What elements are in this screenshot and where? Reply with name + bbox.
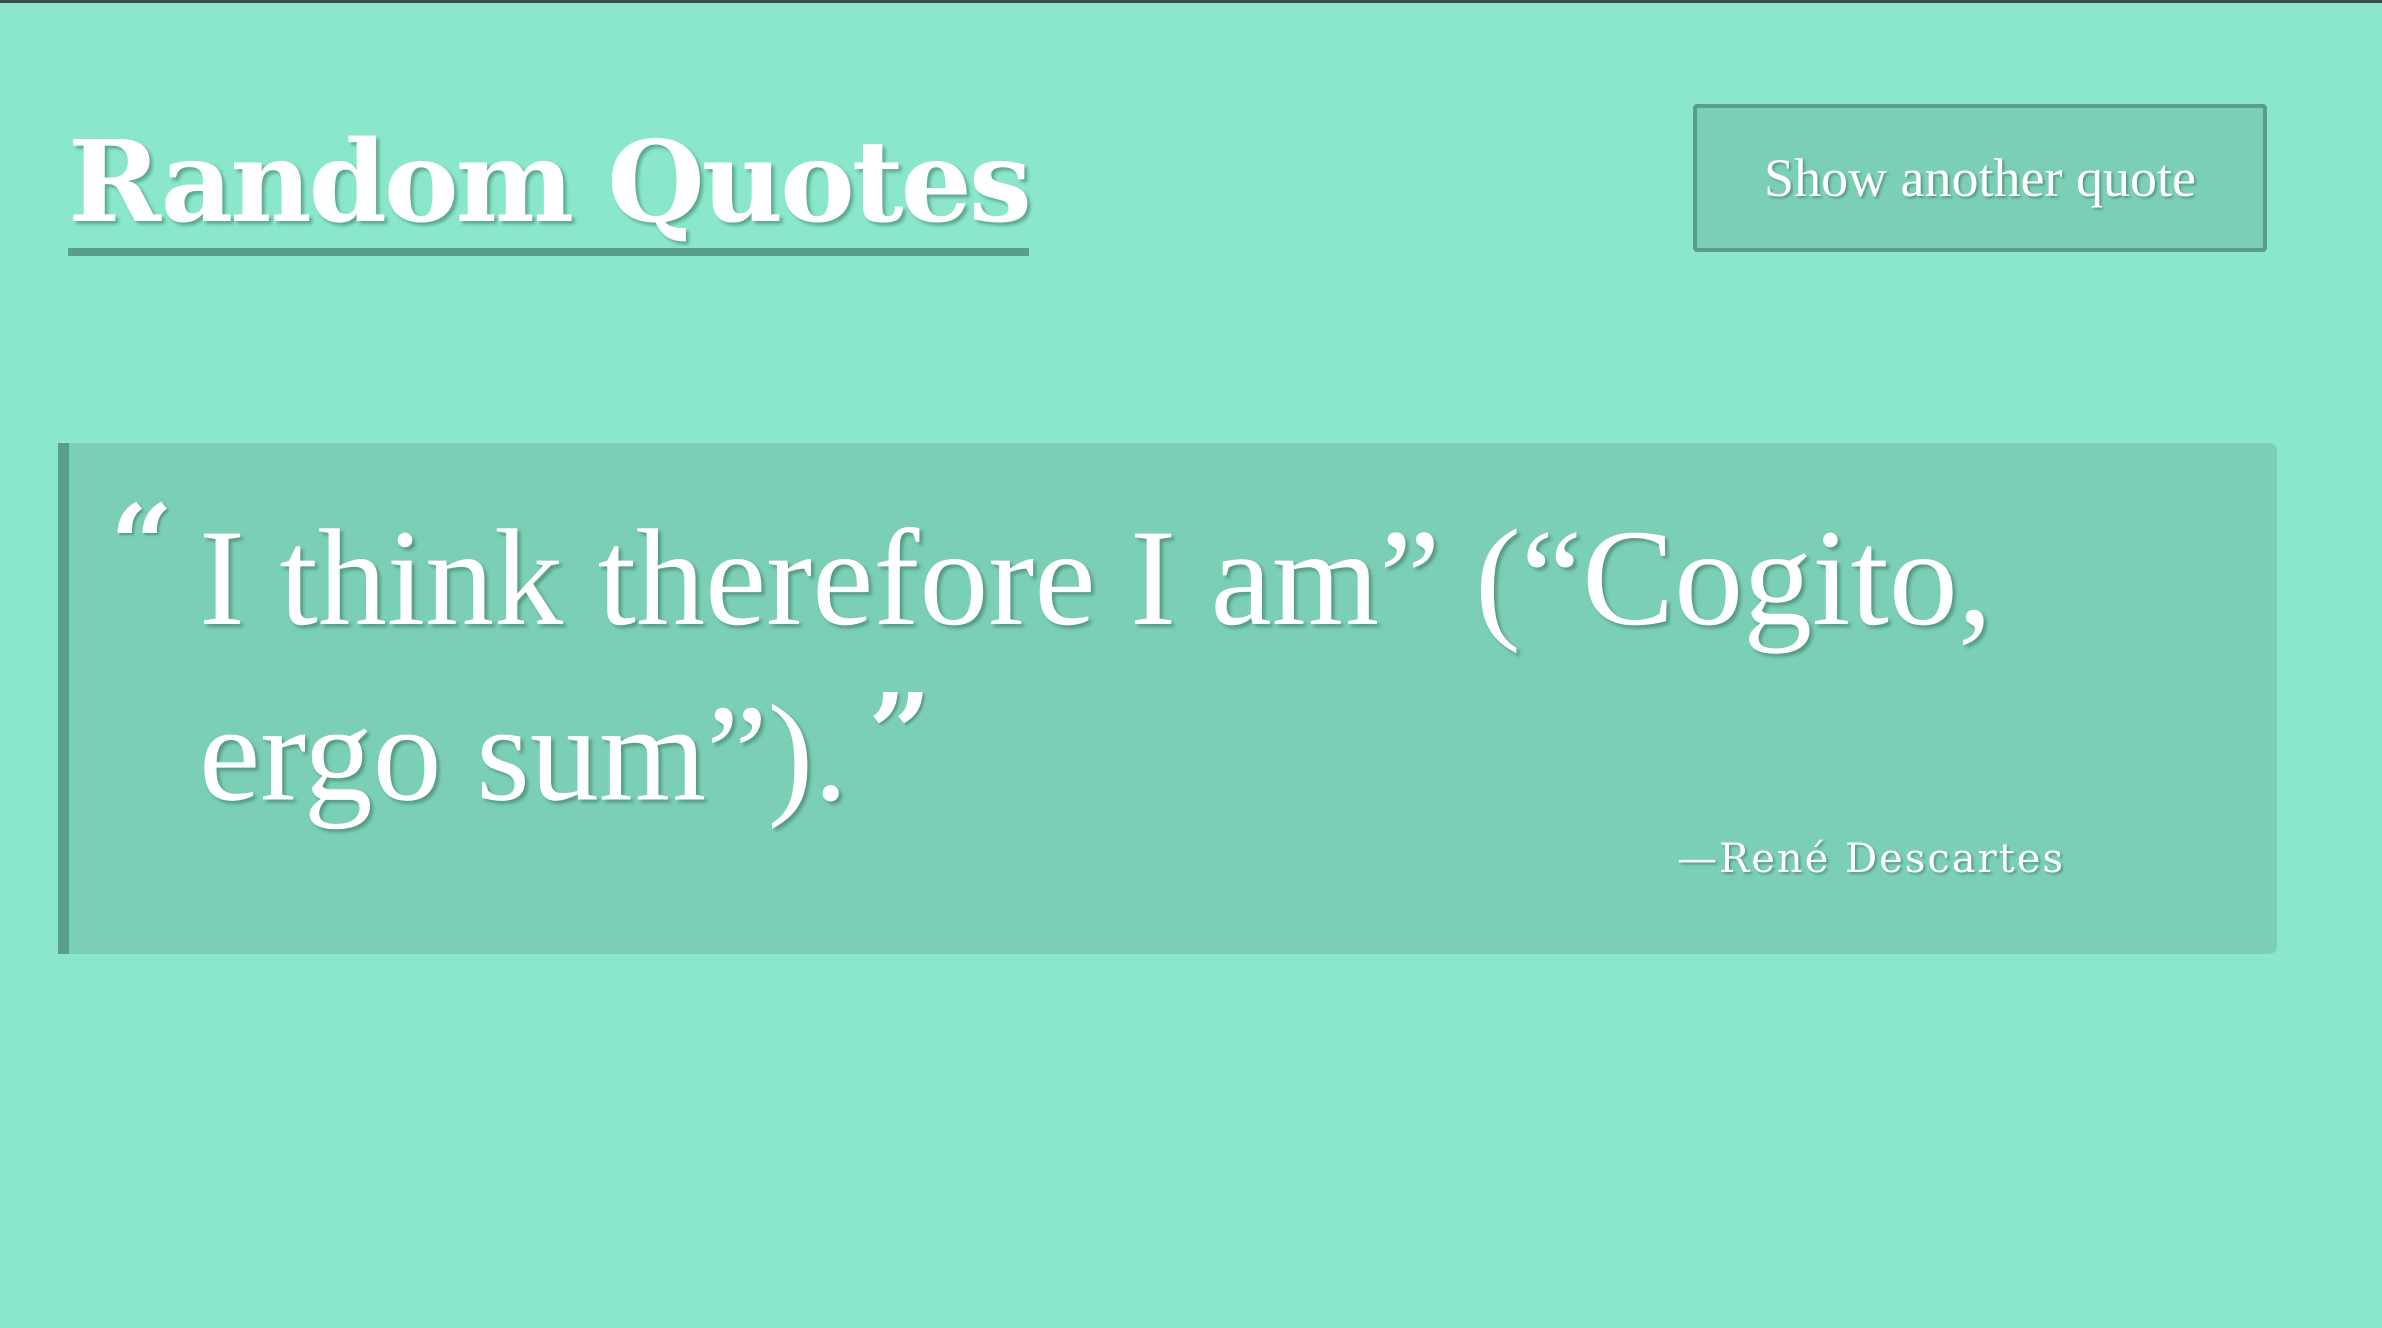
- open-quote-icon: “: [110, 480, 174, 609]
- quote-text: I think therefore I am” (“Cogito, ergo s…: [199, 501, 1993, 830]
- page-title: Random Quotes: [68, 118, 1032, 256]
- quote-author: —René Descartes: [1677, 836, 2065, 882]
- top-border: [0, 0, 2382, 3]
- quote-block: I think therefore I am” (“Cogito, ergo s…: [199, 500, 2179, 832]
- show-another-quote-button[interactable]: Show another quote: [1693, 104, 2267, 252]
- close-quote-icon: ”: [867, 669, 932, 798]
